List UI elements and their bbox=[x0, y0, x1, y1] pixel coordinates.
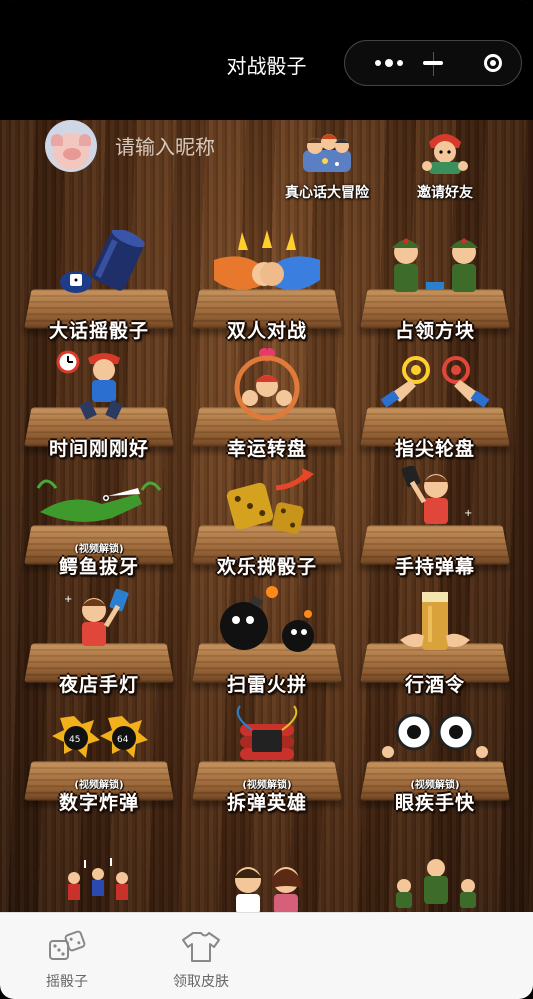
svg-text:+: + bbox=[464, 508, 472, 519]
game-label: 扫雷火拼 bbox=[226, 674, 307, 696]
game-tile-handheld-banner[interactable]: + 手持弹幕 bbox=[360, 464, 510, 584]
pig-ear-icon bbox=[51, 134, 63, 146]
game-label: 大话摇骰子 bbox=[48, 320, 149, 342]
game-label: 鳄鱼拔牙 bbox=[58, 556, 139, 578]
tabbar-fade-overlay bbox=[340, 912, 533, 999]
phone-banner-icon: + bbox=[360, 464, 510, 542]
beer-icon bbox=[360, 584, 510, 660]
tab-label: 领取皮肤 bbox=[173, 974, 229, 990]
invite-friend-icon bbox=[415, 128, 475, 178]
game-label: 眼疾手快 bbox=[394, 792, 475, 814]
game-tile-minesweeper[interactable]: 扫雷火拼 bbox=[192, 586, 342, 702]
target-close-icon[interactable] bbox=[465, 41, 521, 85]
game-label: 幸运转盘 bbox=[226, 438, 307, 460]
game-tile-throw-dice[interactable]: 欢乐掷骰子 bbox=[192, 468, 342, 584]
crocodile-icon bbox=[24, 466, 174, 542]
game-label: 手持弹幕 bbox=[394, 556, 475, 578]
game-tile-pvp[interactable]: 双人对战 bbox=[192, 230, 342, 348]
game-label: 指尖轮盘 bbox=[394, 438, 475, 460]
game-tile-bomb-defuse[interactable]: (视频解锁) 拆弹英雄 bbox=[192, 705, 342, 820]
game-tile-drinking-game[interactable]: 行酒令 bbox=[360, 592, 510, 702]
soldiers-icon bbox=[360, 230, 510, 306]
eyes-icon bbox=[360, 702, 510, 778]
tab-shake-dice[interactable]: 摇骰子 bbox=[12, 913, 122, 999]
nightclub-light-icon: + bbox=[24, 584, 174, 660]
number-bomb-icon: 45 64 bbox=[24, 702, 174, 778]
game-tile-occupy-blocks[interactable]: 占领方块 bbox=[360, 238, 510, 348]
game-label: 数字炸弹 bbox=[58, 792, 139, 814]
svg-text:64: 64 bbox=[117, 735, 129, 745]
minimize-icon[interactable] bbox=[411, 41, 455, 85]
bomb-icon bbox=[192, 584, 342, 660]
fist-bump-icon bbox=[192, 230, 342, 306]
pig-ear-icon bbox=[79, 134, 91, 146]
nickname-input[interactable] bbox=[105, 128, 295, 166]
tab-claim-skin[interactable]: 领取皮肤 bbox=[146, 913, 256, 999]
game-tile-lucky-wheel[interactable]: 幸运转盘 bbox=[192, 347, 342, 466]
game-label: 欢乐掷骰子 bbox=[216, 556, 317, 578]
game-label: 双人对战 bbox=[226, 320, 307, 342]
game-label: 时间刚刚好 bbox=[48, 438, 149, 460]
running-clock-icon bbox=[24, 348, 174, 424]
pig-snout-icon bbox=[63, 148, 81, 160]
truth-dare-icon bbox=[297, 128, 357, 178]
dice-cup-icon bbox=[24, 228, 174, 306]
navigation-bar: 对战骰子 bbox=[0, 0, 533, 120]
tab-label: 摇骰子 bbox=[46, 974, 88, 990]
shirt-icon bbox=[181, 929, 221, 965]
game-tile-crocodile-teeth[interactable]: (视频解锁) 鳄鱼拔牙 bbox=[24, 474, 174, 584]
game-label: 占领方块 bbox=[394, 320, 475, 342]
avatar[interactable] bbox=[45, 120, 97, 172]
game-tile-liar-dice[interactable]: 大话摇骰子 bbox=[24, 228, 174, 348]
svg-text:+: + bbox=[64, 594, 72, 605]
game-label: 拆弹英雄 bbox=[226, 792, 307, 814]
game-label: 行酒令 bbox=[404, 674, 465, 696]
dynamite-icon bbox=[192, 702, 342, 778]
game-tile-quick-eyes[interactable]: (视频解锁) 眼疾手快 bbox=[360, 710, 510, 820]
truth-dare-button[interactable]: 真心话大冒险 bbox=[268, 128, 386, 202]
truth-dare-label: 真心话大冒险 bbox=[285, 185, 369, 201]
app-frame: 对战骰子 真心话大冒险 bbox=[0, 0, 533, 999]
invite-friend-label: 邀请好友 bbox=[417, 185, 473, 201]
finger-touch-icon bbox=[360, 348, 510, 424]
miniprogram-capsule bbox=[344, 40, 522, 86]
golden-dice-icon bbox=[192, 466, 342, 542]
game-tile-just-in-time[interactable]: 时间刚刚好 bbox=[24, 350, 174, 466]
invite-friend-button[interactable]: 邀请好友 bbox=[400, 128, 490, 202]
game-tile-fingertip-roulette[interactable]: 指尖轮盘 bbox=[360, 356, 510, 466]
wheel-icon bbox=[192, 347, 342, 424]
game-tile-nightclub-light[interactable]: + 夜店手灯 bbox=[24, 588, 174, 702]
game-tile-number-bomb[interactable]: 45 64 (视频解锁) 数字炸弹 bbox=[24, 710, 174, 820]
svg-text:45: 45 bbox=[69, 735, 80, 745]
game-label: 夜店手灯 bbox=[58, 674, 139, 696]
dice-icon bbox=[47, 929, 87, 965]
